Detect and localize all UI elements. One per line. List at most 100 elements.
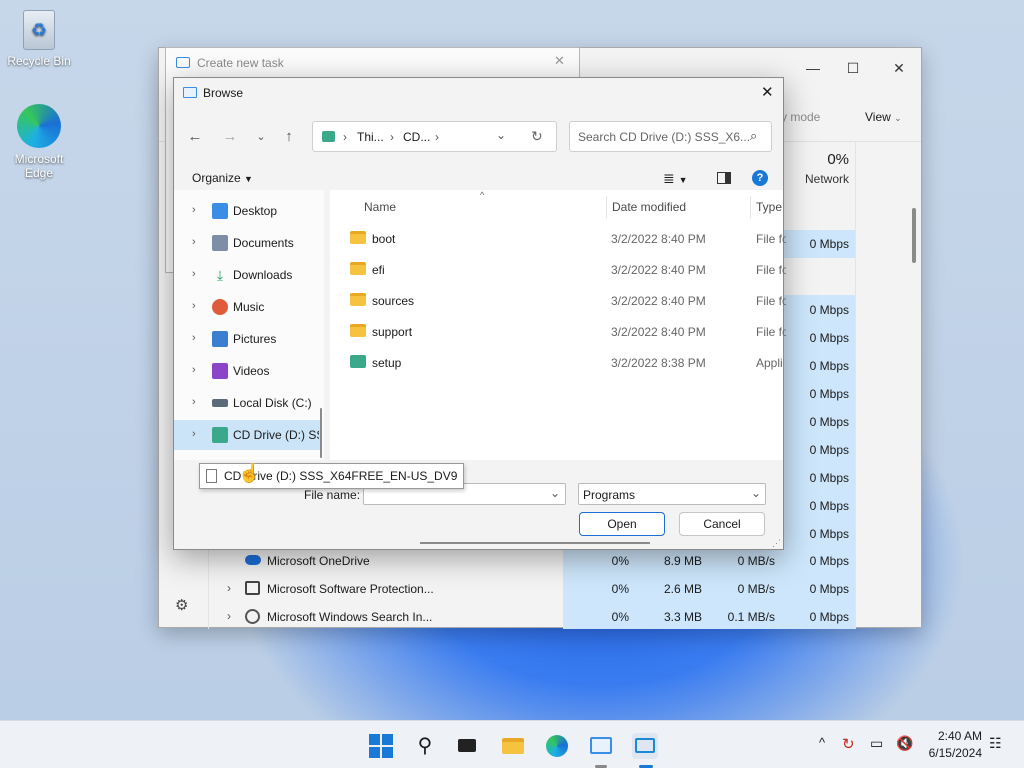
tree-item-desktop[interactable]: › Desktop — [174, 196, 322, 226]
tree-item-music[interactable]: › Music — [174, 292, 322, 322]
tree-item-label: Desktop — [233, 204, 278, 218]
notifications-icon[interactable]: ☷ — [989, 735, 1002, 752]
breadcrumb-separator: › — [390, 130, 394, 144]
organize-button[interactable]: Organize ▼ — [192, 171, 253, 185]
network-cell: 0 Mbps — [809, 303, 849, 317]
chevron-right-icon[interactable]: › — [192, 300, 196, 312]
task-manager-icon[interactable] — [588, 733, 614, 759]
task-view-icon[interactable] — [454, 733, 480, 759]
tree-item-documents[interactable]: › Documents — [174, 228, 322, 258]
file-row-efi[interactable]: efi 3/2/2022 8:40 PM File fo — [350, 256, 786, 284]
chevron-right-icon[interactable]: › — [192, 428, 196, 440]
up-arrow-icon[interactable]: ↑ — [278, 126, 300, 148]
desktop-icon-recycle-bin[interactable]: ♻ Recycle Bin — [4, 10, 74, 68]
address-bar[interactable]: › Thi... › CD... › ⌄ ↻ — [312, 121, 557, 152]
address-dropdown-icon[interactable]: ⌄ — [496, 128, 506, 142]
file-row-boot[interactable]: boot 3/2/2022 8:40 PM File fo — [350, 225, 786, 253]
desktop-icon-edge[interactable]: Microsoft Edge — [4, 104, 74, 180]
column-header-date[interactable]: Date modified — [612, 200, 686, 214]
settings-icon[interactable]: ⚙ — [175, 596, 188, 614]
process-name: Microsoft OneDrive — [267, 554, 370, 568]
tree-item-label: Local Disk (C:) — [233, 396, 312, 410]
network-cell: 0 Mbps — [809, 443, 849, 457]
search-icon[interactable]: ⚲ — [412, 733, 438, 759]
run-dialog-icon[interactable] — [632, 733, 658, 759]
tree-item-label: Music — [233, 300, 265, 314]
network-cell: 0 Mbps — [809, 359, 849, 373]
cancel-button[interactable]: Cancel — [679, 512, 765, 536]
search-input[interactable]: Search CD Drive (D:) SSS_X6... ⌕ — [569, 121, 772, 152]
open-button[interactable]: Open — [579, 512, 665, 536]
network-cell: 0 Mbps — [809, 415, 849, 429]
maximize-button[interactable]: ☐ — [833, 54, 873, 82]
chevron-right-icon[interactable]: › — [192, 396, 196, 408]
minimize-button[interactable]: — — [793, 54, 833, 82]
back-arrow-icon[interactable]: ← — [184, 126, 206, 148]
column-header-name[interactable]: Name — [364, 200, 396, 214]
file-name: sources — [372, 294, 415, 308]
scrollbar-thumb[interactable] — [320, 408, 322, 458]
clock-time[interactable]: 2:40 AM — [922, 729, 982, 743]
close-icon[interactable]: ✕ — [761, 83, 774, 101]
tree-item-label: Documents — [233, 236, 294, 250]
file-name: efi — [372, 263, 385, 277]
clock-date[interactable]: 6/15/2024 — [922, 746, 982, 760]
search-indexer-icon — [245, 609, 260, 624]
help-icon[interactable]: ? — [752, 170, 768, 186]
chevron-down-icon[interactable]: ⌄ — [550, 486, 560, 500]
tree-item-downloads[interactable]: › ⤓ Downloads — [174, 260, 322, 290]
network-column-header[interactable]: Network — [789, 172, 849, 186]
breadcrumb-item[interactable]: CD... — [403, 130, 430, 144]
file-type-filter[interactable]: Programs ⌄ — [578, 483, 766, 505]
preview-pane-icon[interactable] — [717, 172, 731, 184]
column-header-type[interactable]: Type — [756, 200, 782, 214]
process-network: 0 Mbps — [809, 582, 849, 596]
refresh-icon[interactable]: ↻ — [531, 128, 543, 145]
breadcrumb-item[interactable]: Thi... — [357, 130, 384, 144]
update-icon[interactable]: ↻ — [842, 735, 855, 753]
chevron-right-icon[interactable]: › — [227, 581, 231, 595]
tree-item-local-disk[interactable]: › Local Disk (C:) — [174, 388, 322, 418]
horizontal-scrollbar[interactable] — [420, 542, 650, 544]
file-row-setup[interactable]: setup 3/2/2022 8:38 PM Appli — [350, 349, 783, 377]
view-button[interactable]: View ⌄ — [865, 110, 902, 124]
chevron-right-icon[interactable]: › — [192, 236, 196, 248]
documents-icon — [212, 235, 228, 251]
view-options-icon[interactable]: ≣ ▼ — [663, 170, 688, 187]
file-row-sources[interactable]: sources 3/2/2022 8:40 PM File fo — [350, 287, 786, 315]
process-row[interactable]: Microsoft OneDrive 0% 8.9 MB 0 MB/s 0 Mb… — [159, 547, 921, 575]
process-row[interactable]: › Microsoft Windows Search In... 0% 3.3 … — [159, 603, 921, 631]
chevron-right-icon[interactable]: › — [192, 332, 196, 344]
file-row-support[interactable]: support 3/2/2022 8:40 PM File fo — [350, 318, 786, 346]
tree-item-pictures[interactable]: › Pictures — [174, 324, 322, 354]
resize-grip-icon[interactable]: ⋰ — [772, 538, 781, 549]
file-date: 3/2/2022 8:40 PM — [611, 263, 706, 277]
file-type: File fo — [756, 325, 786, 339]
chevron-right-icon[interactable]: › — [192, 268, 196, 280]
chevron-right-icon[interactable]: › — [192, 364, 196, 376]
start-button[interactable] — [368, 733, 394, 759]
file-explorer-icon[interactable] — [500, 733, 526, 759]
show-hidden-icons-chevron[interactable]: ^ — [819, 735, 825, 750]
desktop-icon-label: Microsoft Edge — [14, 152, 64, 180]
cd-drive-icon — [212, 427, 228, 443]
recent-chevron-icon[interactable]: ⌄ — [250, 126, 272, 148]
edge-icon[interactable] — [544, 733, 570, 759]
caret-down-icon: ▼ — [244, 174, 253, 184]
downloads-icon: ⤓ — [216, 267, 224, 283]
chevron-right-icon[interactable]: › — [192, 204, 196, 216]
tree-item-videos[interactable]: › Videos — [174, 356, 322, 386]
process-row[interactable]: › Microsoft Software Protection... 0% 2.… — [159, 575, 921, 603]
close-button[interactable]: ✕ — [879, 54, 919, 82]
search-icon[interactable]: ⌕ — [750, 128, 757, 144]
forward-arrow-icon[interactable]: → — [219, 126, 241, 148]
network-cell: 0 Mbps — [809, 331, 849, 345]
tree-item-cd-drive[interactable]: › CD Drive (D:) SS — [174, 420, 322, 450]
network-percent: 0% — [827, 151, 849, 168]
chevron-right-icon[interactable]: › — [227, 609, 231, 623]
chevron-down-icon[interactable]: ⌄ — [751, 486, 761, 500]
network-icon[interactable]: ▭ — [870, 735, 883, 752]
volume-icon[interactable]: 🔇 — [896, 735, 913, 752]
close-icon[interactable]: ✕ — [554, 53, 565, 69]
scrollbar-thumb[interactable] — [912, 208, 916, 263]
